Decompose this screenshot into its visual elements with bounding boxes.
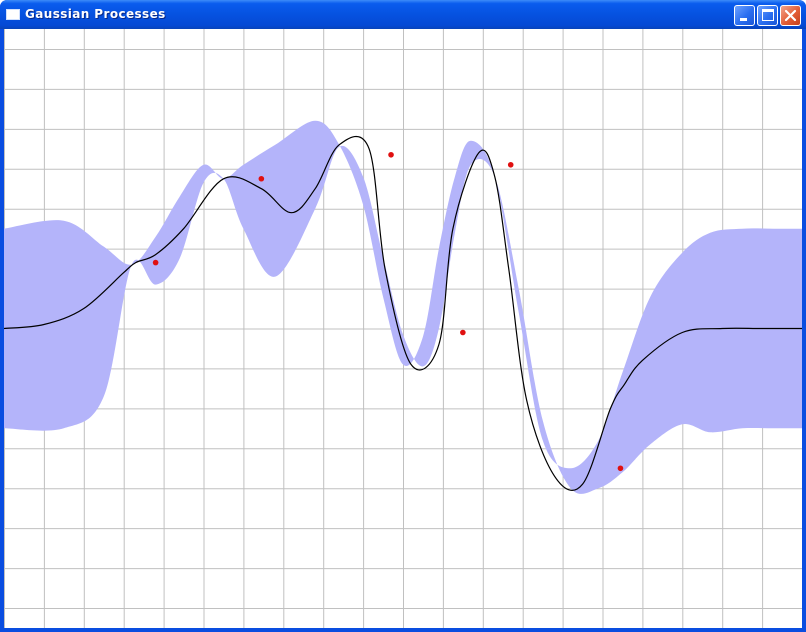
gp-chart bbox=[4, 29, 802, 628]
minimize-button[interactable] bbox=[734, 5, 755, 26]
maximize-icon bbox=[762, 9, 774, 21]
window-icon bbox=[6, 9, 20, 20]
app-window: Gaussian Processes bbox=[0, 0, 806, 632]
data-point bbox=[617, 465, 624, 472]
minimize-icon bbox=[740, 18, 747, 21]
data-point bbox=[460, 329, 466, 336]
window-title: Gaussian Processes bbox=[25, 7, 166, 21]
title-bar[interactable]: Gaussian Processes bbox=[0, 0, 806, 29]
plot-area bbox=[4, 29, 802, 628]
close-icon bbox=[784, 9, 797, 22]
data-point bbox=[507, 161, 514, 168]
data-point bbox=[258, 175, 265, 182]
close-button[interactable] bbox=[780, 5, 801, 26]
data-point bbox=[388, 151, 394, 158]
data-point bbox=[152, 259, 159, 266]
maximize-button[interactable] bbox=[757, 5, 778, 26]
